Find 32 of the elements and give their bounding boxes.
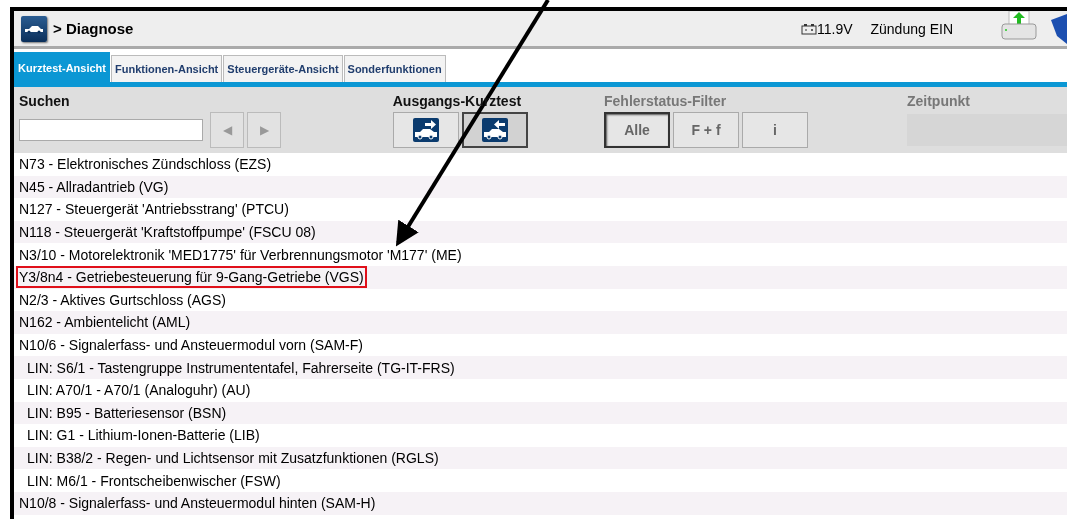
filter-button[interactable]: F + f (673, 112, 739, 148)
section-title: Fehlerstatus-Filter (604, 93, 728, 109)
ecu-item[interactable]: N2/3 - Aktives Gurtschloss (AGS) (16, 288, 229, 311)
ecu-item[interactable]: N45 - Allradantrieb (VG) (16, 175, 172, 198)
ecu-item[interactable]: Y3/8n4 - Getriebesteuerung für 9-Gang-Getriebe (VGS) (16, 266, 367, 289)
ecu-item[interactable]: LIN: B95 - Batteriesensor (BSN) (24, 401, 230, 424)
ecu-item[interactable]: N3/10 - Motorelektronik 'MED1775' für Verbrennungsmotor 'M177' (ME) (16, 243, 465, 266)
ecu-item[interactable]: N162 - Ambientelicht (AML) (16, 311, 194, 334)
tab[interactable]: Sonderfunktionen (343, 55, 446, 82)
tab[interactable]: Funktionen-Ansicht (111, 55, 223, 82)
printer-icon[interactable] (1001, 11, 1037, 43)
breadcrumb: > Diagnose (53, 20, 134, 37)
ecu-item[interactable]: LIN: G1 - Lithium-Ionen-Batterie (LIB) (24, 424, 263, 447)
ecu-item[interactable]: N73 - Elektronisches Zündschloss (EZS) (16, 153, 275, 176)
search-label: Suchen (19, 93, 71, 109)
section-title: Zeitpunkt (907, 93, 971, 109)
test-button[interactable] (392, 112, 459, 148)
ecu-item[interactable]: LIN: A70/1 - A70/1 (Analoguhr) (AU) (24, 379, 254, 402)
search-field[interactable] (19, 119, 203, 141)
voltage-reading: 11.9V (816, 20, 853, 37)
car-out-icon (412, 118, 439, 142)
ecu-item[interactable]: N10/6 - Signalerfass- und Ansteuermodul vorn (SAM-F) (16, 334, 366, 357)
car-in-icon (481, 118, 508, 142)
ecu-item[interactable]: LIN: M6/1 - Frontscheibenwischer (FSW) (24, 469, 284, 492)
filter-button[interactable]: i (742, 112, 808, 148)
ignition-status: Zündung EIN (870, 20, 953, 37)
car-icon[interactable] (21, 15, 47, 42)
filter-button[interactable]: Alle (604, 112, 670, 148)
tab[interactable]: Steuergeräte-Ansicht (223, 55, 343, 82)
test-button[interactable] (461, 112, 528, 148)
battery-icon (800, 22, 817, 35)
ecu-item[interactable]: N127 - Steuergerät 'Antriebsstrang' (PTCU) (16, 198, 292, 221)
